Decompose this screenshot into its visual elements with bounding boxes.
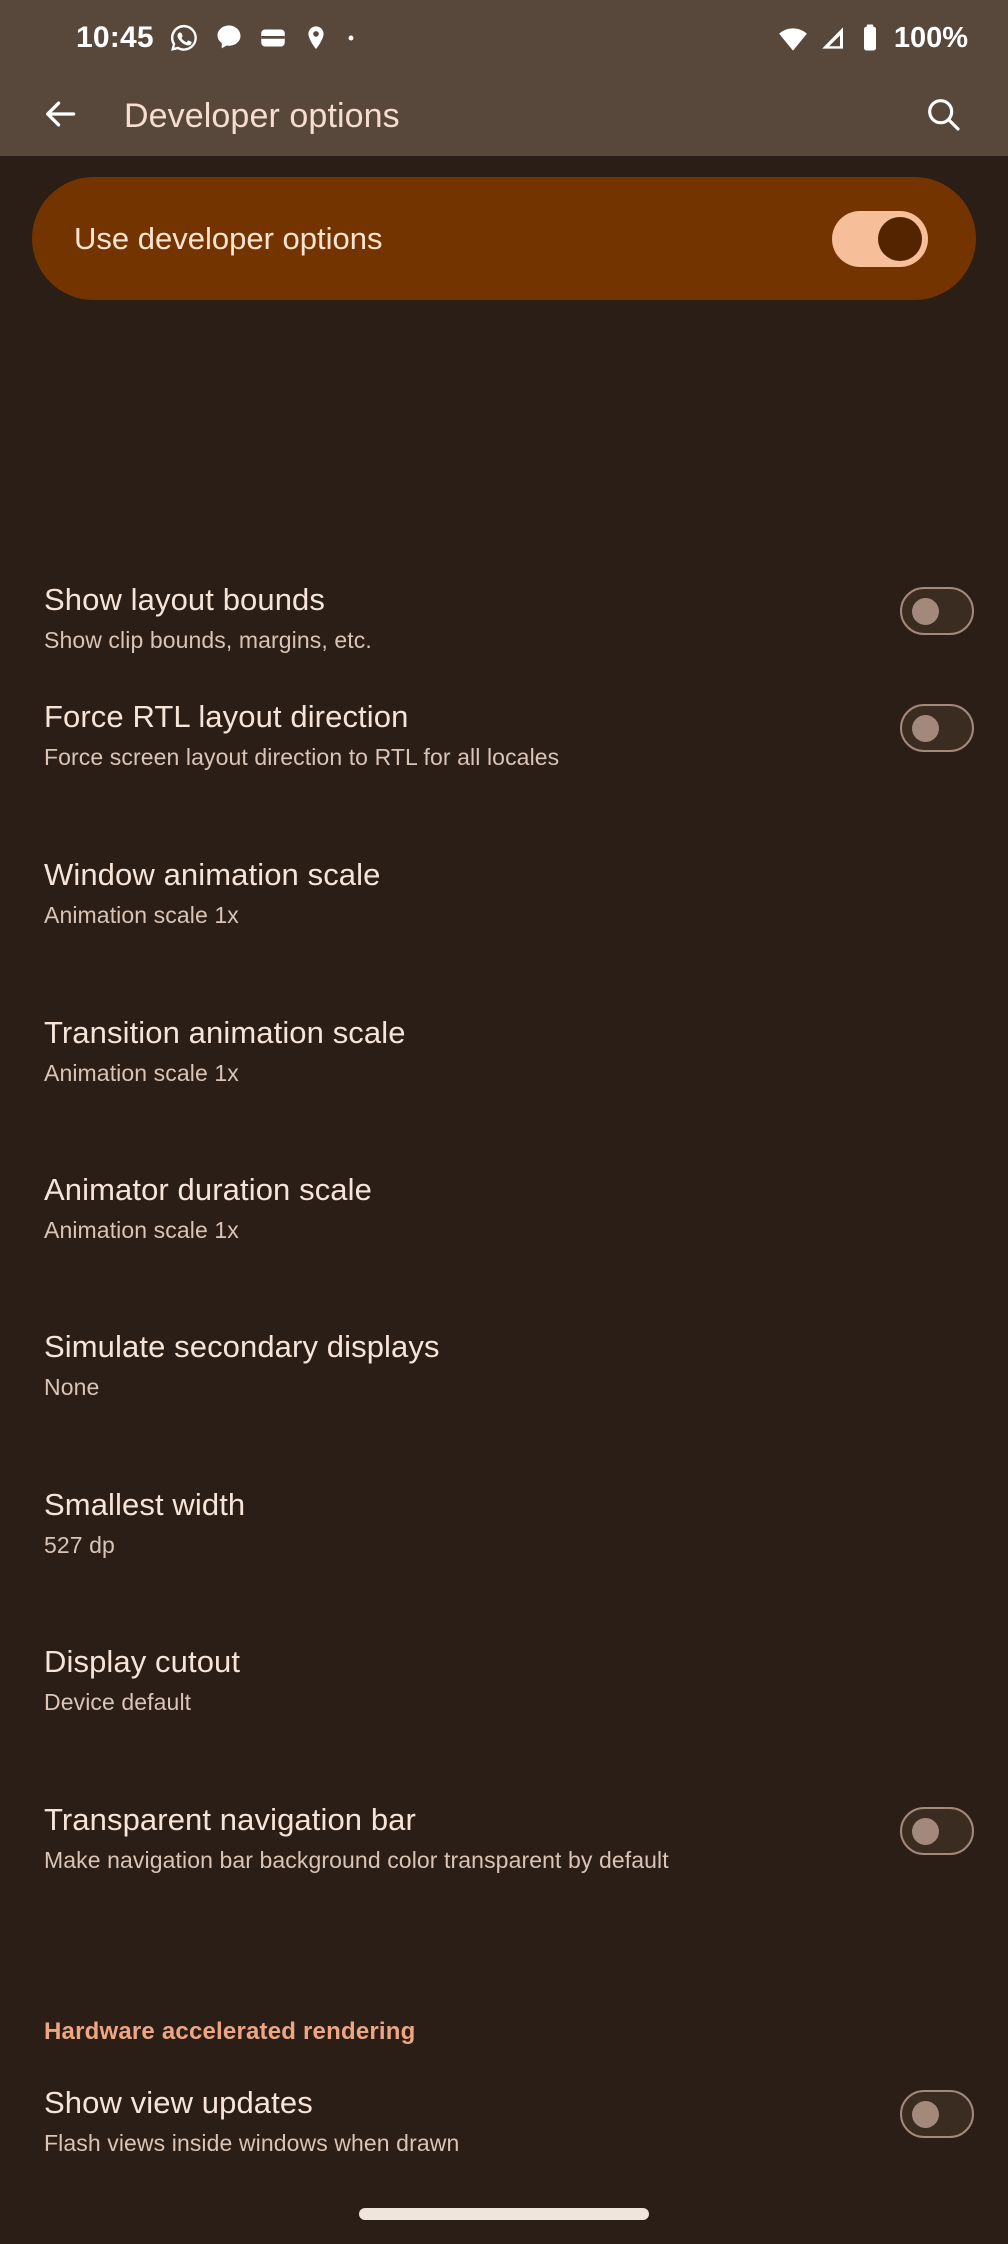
search-icon	[923, 94, 963, 139]
use-developer-options-card[interactable]: Use developer options	[32, 177, 976, 300]
back-arrow-icon	[40, 93, 82, 140]
row-text: Simulate secondary displays None	[44, 1328, 974, 1402]
row-title: Show hardware layers updates	[44, 2239, 858, 2244]
row-window-animation-scale[interactable]: Window animation scale Animation scale 1…	[0, 856, 1008, 930]
row-control	[878, 698, 974, 752]
search-button[interactable]	[912, 85, 974, 147]
row-summary: None	[44, 1374, 100, 1400]
battery-icon	[857, 23, 883, 53]
row-transparent-navigation-bar[interactable]: Transparent navigation bar Make navigati…	[0, 1801, 1008, 1875]
row-transition-animation-scale[interactable]: Transition animation scale Animation sca…	[0, 1014, 1008, 1088]
row-summary: Show clip bounds, margins, etc.	[44, 627, 372, 653]
row-text: Force RTL layout direction Force screen …	[44, 698, 878, 772]
row-summary: Force screen layout direction to RTL for…	[44, 744, 560, 770]
row-title: Smallest width	[44, 1487, 246, 1522]
row-title: Transition animation scale	[44, 1015, 406, 1050]
section-header-hardware-accelerated-rendering: Hardware accelerated rendering	[44, 2018, 416, 2045]
show-view-updates-switch[interactable]	[900, 2090, 974, 2138]
status-bar-right: 100%	[777, 22, 968, 54]
settings-list[interactable]: Use developer options Show layout bounds…	[0, 156, 1008, 2244]
row-show-layout-bounds[interactable]: Show layout bounds Show clip bounds, mar…	[0, 581, 1008, 655]
dot-icon	[344, 31, 358, 45]
row-control	[878, 2239, 974, 2244]
row-smallest-width[interactable]: Smallest width 527 dp	[0, 1486, 1008, 1560]
app-bar: Developer options	[0, 76, 1008, 156]
row-summary: Flash views inside windows when drawn	[44, 2130, 460, 2156]
row-control	[878, 2084, 974, 2138]
row-title: Window animation scale	[44, 857, 381, 892]
back-button[interactable]	[30, 85, 92, 147]
status-bar: 10:45 100%	[0, 0, 1008, 76]
row-title: Force RTL layout direction	[44, 699, 409, 734]
wallet-icon	[258, 23, 288, 53]
row-summary: Animation scale 1x	[44, 902, 239, 928]
row-display-cutout[interactable]: Display cutout Device default	[0, 1643, 1008, 1717]
row-show-view-updates[interactable]: Show view updates Flash views inside win…	[0, 2084, 1008, 2158]
battery-percent: 100%	[893, 21, 968, 54]
switch-thumb	[912, 2101, 939, 2128]
chat-bubble-icon	[214, 23, 244, 53]
status-bar-left: 10:45	[76, 22, 358, 54]
row-text: Show view updates Flash views inside win…	[44, 2084, 878, 2158]
row-summary: Animation scale 1x	[44, 1217, 239, 1243]
row-title: Animator duration scale	[44, 1172, 372, 1207]
use-developer-options-label: Use developer options	[74, 220, 383, 256]
row-summary: Animation scale 1x	[44, 1060, 239, 1086]
row-force-rtl-layout-direction[interactable]: Force RTL layout direction Force screen …	[0, 698, 1008, 772]
row-title: Simulate secondary displays	[44, 1329, 440, 1364]
row-control	[878, 581, 974, 635]
row-text: Show hardware layers updates Flash hardw…	[44, 2239, 878, 2244]
row-summary: Device default	[44, 1689, 192, 1715]
row-text: Display cutout Device default	[44, 1643, 974, 1717]
wifi-icon	[777, 22, 809, 54]
cellular-signal-icon	[818, 23, 848, 53]
switch-thumb	[878, 216, 922, 261]
gesture-nav-pill[interactable]	[359, 2208, 649, 2220]
use-developer-options-switch[interactable]	[832, 210, 928, 267]
row-simulate-secondary-displays[interactable]: Simulate secondary displays None	[0, 1328, 1008, 1402]
status-clock: 10:45	[76, 21, 154, 54]
row-animator-duration-scale[interactable]: Animator duration scale Animation scale …	[0, 1171, 1008, 1245]
switch-thumb	[912, 715, 939, 742]
force-rtl-switch[interactable]	[900, 704, 974, 752]
row-text: Transition animation scale Animation sca…	[44, 1014, 974, 1088]
row-title: Show view updates	[44, 2085, 313, 2120]
row-summary: Make navigation bar background color tra…	[44, 1847, 669, 1873]
row-text: Animator duration scale Animation scale …	[44, 1171, 974, 1245]
row-title: Transparent navigation bar	[44, 1802, 416, 1837]
row-text: Window animation scale Animation scale 1…	[44, 856, 974, 930]
row-text: Show layout bounds Show clip bounds, mar…	[44, 581, 878, 655]
location-pin-icon	[302, 24, 330, 52]
switch-thumb	[912, 598, 939, 625]
row-show-hardware-layers-updates[interactable]: Show hardware layers updates Flash hardw…	[0, 2239, 1008, 2244]
page-title: Developer options	[124, 96, 400, 135]
row-title: Display cutout	[44, 1644, 241, 1679]
row-control	[878, 1801, 974, 1855]
row-text: Smallest width 527 dp	[44, 1486, 974, 1560]
row-summary: 527 dp	[44, 1532, 115, 1558]
whatsapp-icon	[168, 22, 200, 54]
developer-options-screen: 10:45 100% Developer options Use develop…	[0, 0, 1008, 2244]
row-title: Show layout bounds	[44, 582, 325, 617]
row-text: Transparent navigation bar Make navigati…	[44, 1801, 878, 1875]
switch-thumb	[912, 1818, 939, 1845]
show-layout-bounds-switch[interactable]	[900, 587, 974, 635]
transparent-navigation-bar-switch[interactable]	[900, 1807, 974, 1855]
